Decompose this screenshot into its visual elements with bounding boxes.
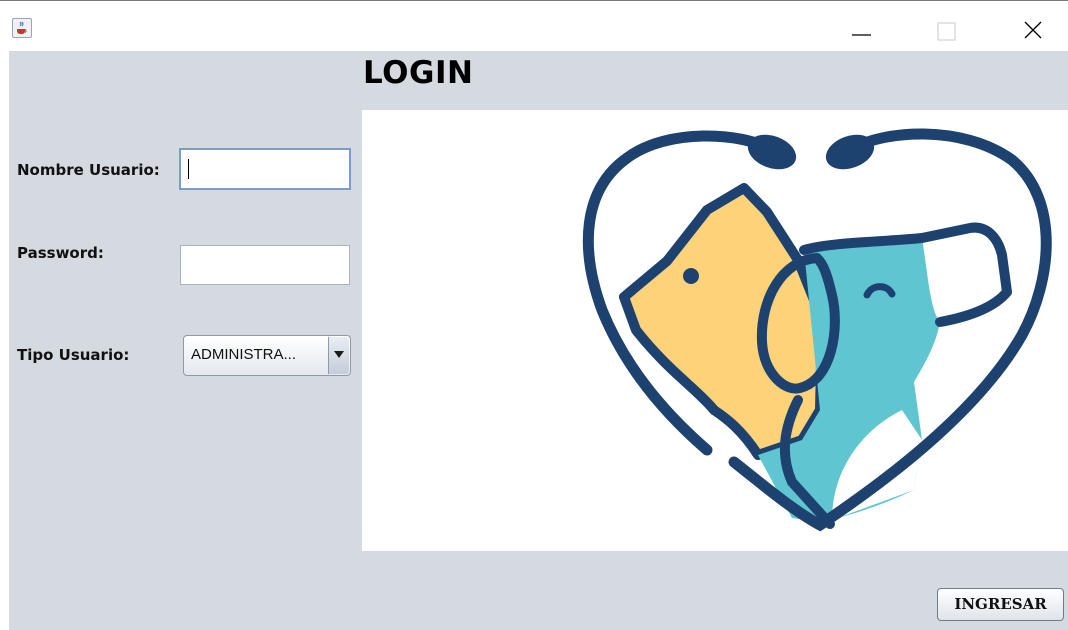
username-field[interactable] bbox=[179, 148, 351, 190]
user-type-value: ADMINISTRA... bbox=[191, 346, 297, 363]
username-label: Nombre Usuario: bbox=[17, 161, 160, 179]
password-label: Password: bbox=[17, 244, 104, 262]
user-type-label: Tipo Usuario: bbox=[17, 346, 130, 364]
user-type-select[interactable]: ADMINISTRA... bbox=[183, 335, 351, 376]
minimize-icon[interactable] bbox=[838, 7, 884, 49]
password-field[interactable] bbox=[180, 245, 350, 285]
close-icon[interactable] bbox=[1010, 7, 1056, 49]
window-titlebar bbox=[0, 0, 1068, 51]
page-title: LOGIN bbox=[363, 55, 474, 91]
java-cup-icon[interactable] bbox=[12, 18, 32, 38]
ingresar-button[interactable]: INGRESAR bbox=[937, 588, 1064, 621]
pet-heart-logo bbox=[362, 110, 1068, 551]
dropdown-arrow-icon[interactable] bbox=[328, 337, 349, 374]
maximize-icon[interactable] bbox=[925, 7, 971, 49]
text-caret bbox=[188, 159, 189, 179]
